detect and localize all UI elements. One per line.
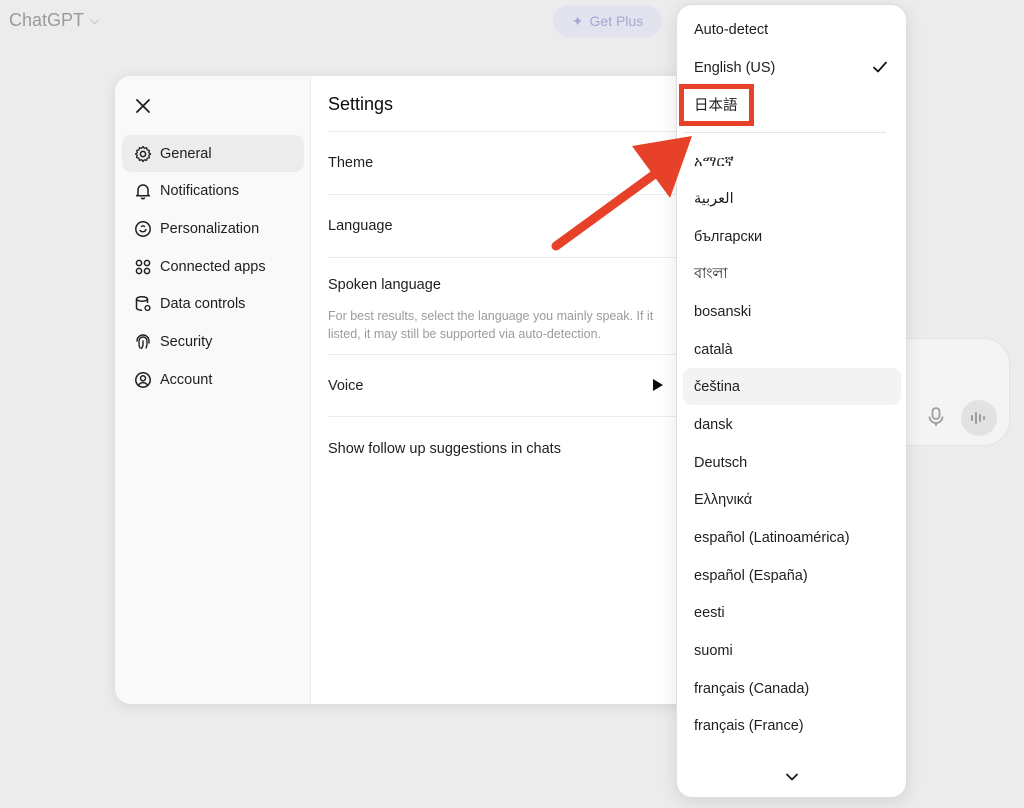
language-label: Language (328, 218, 393, 234)
annotation-arrow-icon (551, 136, 692, 251)
language-option[interactable]: español (España) (683, 557, 901, 594)
checkmark-icon (873, 61, 887, 73)
settings-nav: General Notifications Personalization Co… (122, 135, 304, 399)
divider (328, 416, 715, 417)
nav-label: Account (160, 371, 213, 388)
microphone-icon[interactable] (926, 406, 946, 428)
language-option[interactable]: español (Latinoamérica) (683, 519, 901, 556)
get-plus-button[interactable]: ✦ Get Plus (553, 5, 662, 37)
option-label: Deutsch (694, 454, 748, 471)
language-option[interactable]: български (683, 218, 901, 255)
nav-label: Data controls (160, 296, 246, 313)
bell-icon (133, 182, 152, 201)
option-label: català (694, 341, 733, 358)
nav-label: Connected apps (160, 258, 266, 275)
app-title: ChatGPT (9, 10, 85, 30)
gear-icon (133, 144, 152, 163)
option-label: français (France) (694, 717, 804, 734)
language-option[interactable]: suomi (683, 632, 901, 669)
help-line: For best results, select the language yo… (328, 309, 654, 323)
sparkle-icon: ✦ (571, 12, 584, 29)
language-option[interactable]: français (France) (683, 707, 901, 744)
nav-item-data-controls[interactable]: Data controls (122, 286, 304, 323)
language-option-hovered[interactable]: čeština (683, 368, 901, 405)
settings-sidebar: General Notifications Personalization Co… (115, 76, 311, 704)
personalization-icon (133, 219, 152, 238)
divider (328, 354, 715, 355)
voice-mode-button[interactable] (961, 400, 997, 436)
option-label: suomi (694, 642, 733, 659)
option-label: español (Latinoamérica) (694, 529, 850, 546)
data-controls-icon (133, 295, 152, 314)
nav-label: Notifications (160, 183, 239, 200)
nav-label: Security (160, 333, 213, 350)
option-label: français (Canada) (694, 680, 810, 697)
close-icon (136, 99, 150, 113)
language-option[interactable]: français (Canada) (683, 670, 901, 707)
nav-item-notifications[interactable]: Notifications (122, 173, 304, 210)
option-label: español (España) (694, 567, 808, 584)
nav-item-account[interactable]: Account (122, 361, 304, 398)
language-option[interactable]: বাংলা (683, 256, 901, 293)
scroll-down-chevron-icon[interactable] (783, 768, 801, 786)
followups-label: Show follow up suggestions in chats (328, 441, 561, 457)
option-label: Auto-detect (694, 21, 769, 38)
language-option[interactable]: eesti (683, 594, 901, 631)
option-label: বাংলা (694, 265, 728, 282)
language-option[interactable]: bosanski (683, 293, 901, 330)
option-label: dansk (694, 416, 733, 433)
waveform-icon (971, 412, 985, 424)
spoken-language-label: Spoken language (328, 277, 441, 293)
theme-label: Theme (328, 155, 374, 171)
language-option[interactable]: Ελληνικά (683, 481, 901, 518)
page-title: Settings (328, 94, 394, 114)
close-button[interactable] (133, 96, 153, 116)
screen: ChatGPT ⌵ ✦ Get Plus General Notificatio… (0, 0, 1024, 808)
spoken-language-help: For best results, select the language yo… (328, 307, 688, 343)
language-option-auto-detect[interactable]: Auto-detect (683, 11, 901, 48)
annotation-highlight-box (679, 84, 754, 126)
user-circle-icon (133, 370, 152, 389)
option-label: bosanski (694, 303, 752, 320)
language-option[interactable]: العربية (683, 180, 901, 217)
nav-item-connected-apps[interactable]: Connected apps (122, 248, 304, 285)
language-option[interactable]: አማርኛ (683, 143, 901, 180)
option-label: English (US) (694, 59, 776, 76)
get-plus-label: Get Plus (589, 13, 644, 29)
apps-icon (133, 257, 152, 276)
language-option[interactable]: dansk (683, 406, 901, 443)
nav-item-security[interactable]: Security (122, 323, 304, 360)
help-line: listed, it may still be supported via au… (328, 327, 602, 341)
dropdown-divider (683, 132, 886, 133)
fingerprint-icon (133, 332, 152, 351)
option-label: čeština (694, 378, 740, 395)
nav-label: General (160, 145, 212, 162)
voice-label: Voice (328, 378, 364, 394)
language-option[interactable]: Deutsch (683, 444, 901, 481)
option-label: eesti (694, 604, 725, 621)
nav-label: Personalization (160, 220, 260, 237)
model-switcher[interactable]: ChatGPT ⌵ (9, 10, 99, 31)
nav-item-general[interactable]: General (122, 135, 304, 172)
option-label: Ελληνικά (694, 491, 753, 508)
nav-item-personalization[interactable]: Personalization (122, 210, 304, 247)
chevron-down-icon: ⌵ (90, 13, 100, 27)
language-option-english-us[interactable]: English (US) (683, 49, 901, 86)
play-icon[interactable] (652, 378, 664, 392)
divider (328, 257, 715, 258)
language-option[interactable]: català (683, 331, 901, 368)
